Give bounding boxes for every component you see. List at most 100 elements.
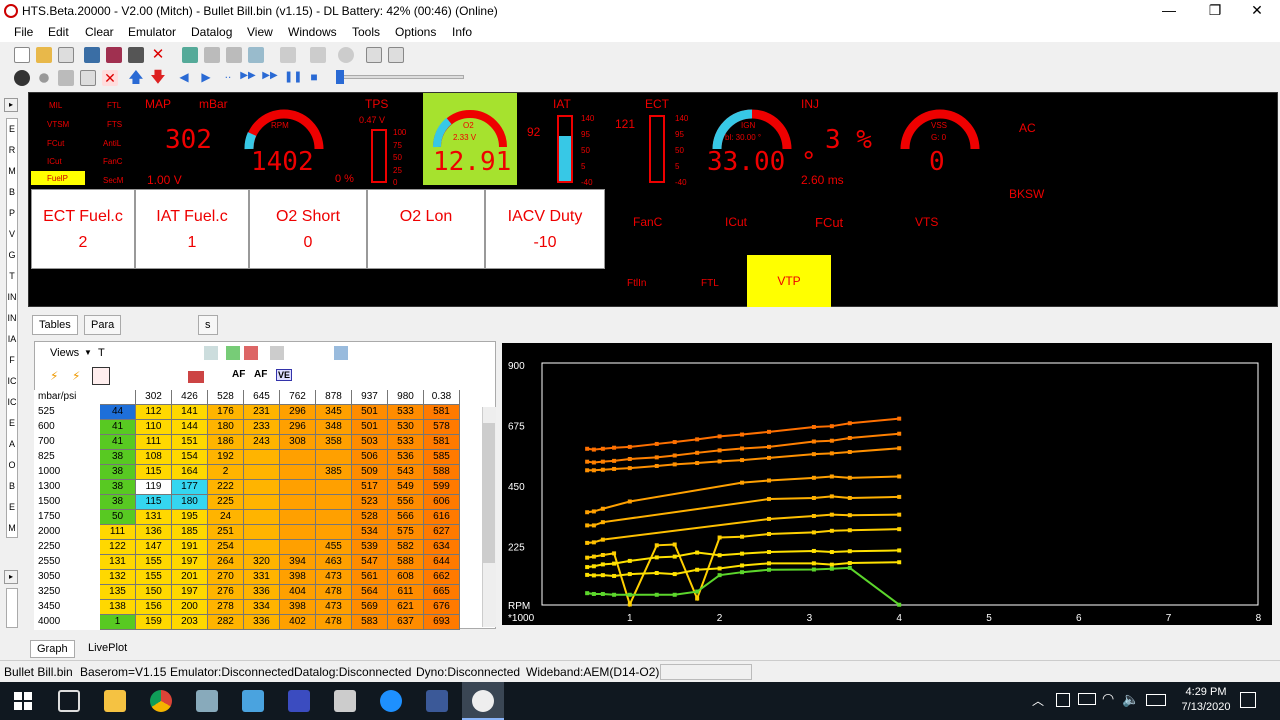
log-file-icon[interactable] — [80, 70, 96, 86]
grid-cell[interactable]: 38 — [100, 465, 136, 480]
volume-icon[interactable]: 🔈 — [1122, 691, 1139, 708]
facebook-icon[interactable] — [426, 690, 448, 712]
connect-icon[interactable] — [14, 70, 30, 86]
grid-cell[interactable] — [244, 465, 280, 480]
grid-cell[interactable] — [244, 480, 280, 495]
grid-cell[interactable]: 463 — [316, 555, 352, 570]
grid-cell[interactable]: 136 — [136, 525, 172, 540]
grid-cell[interactable]: 662 — [424, 570, 460, 585]
upload2-icon[interactable] — [226, 47, 242, 63]
grid-cell[interactable]: 539 — [352, 540, 388, 555]
task-view-icon[interactable] — [58, 690, 80, 712]
grid-cell[interactable]: 41 — [100, 435, 136, 450]
left-strip-list[interactable]: E R M B P V G T IN IN IA F IC IC E A O B… — [6, 118, 18, 538]
af-diff-icon[interactable]: AF — [254, 369, 267, 380]
grid-cell[interactable]: 543 — [388, 465, 424, 480]
grid-cell[interactable]: 50 — [100, 510, 136, 525]
tab-graph[interactable]: Graph — [30, 640, 75, 658]
menu-emulator[interactable]: Emulator — [128, 25, 176, 39]
grid-cell[interactable]: 503 — [352, 435, 388, 450]
grid-cell[interactable]: 203 — [172, 615, 208, 630]
grid-cell[interactable] — [280, 480, 316, 495]
grid-cell[interactable]: 473 — [316, 600, 352, 615]
grid-cell[interactable]: 517 — [352, 480, 388, 495]
grid-cell[interactable]: 2 — [208, 465, 244, 480]
grid-cell[interactable]: 44 — [100, 405, 136, 420]
remove-row-icon[interactable] — [244, 346, 258, 360]
skip-end-icon[interactable]: ▶▶ — [262, 70, 278, 86]
grid-cell[interactable]: 358 — [316, 435, 352, 450]
grid-cell[interactable] — [316, 450, 352, 465]
grid-cell[interactable]: 197 — [172, 555, 208, 570]
tab-other[interactable]: s — [198, 315, 218, 335]
tray-chevron-icon[interactable]: ︿ — [1032, 692, 1044, 709]
table-tool-icon-2[interactable] — [270, 346, 284, 360]
grid-cell[interactable]: 616 — [424, 510, 460, 525]
save-as-icon[interactable] — [106, 47, 122, 63]
grid-cell[interactable]: 38 — [100, 480, 136, 495]
menu-clear[interactable]: Clear — [85, 25, 114, 39]
grid-cell[interactable]: 523 — [352, 495, 388, 510]
menu-edit[interactable]: Edit — [48, 25, 69, 39]
grid-cell[interactable]: 566 — [388, 510, 424, 525]
menu-view[interactable]: View — [247, 25, 273, 39]
grid-cell[interactable]: 159 — [136, 615, 172, 630]
grid-cell[interactable]: 404 — [280, 585, 316, 600]
grid-cell[interactable]: 251 — [208, 525, 244, 540]
battery-icon[interactable] — [1078, 693, 1096, 705]
grid-cell[interactable]: 233 — [244, 420, 280, 435]
pencil-icon[interactable] — [92, 367, 110, 385]
grid-cell[interactable]: 582 — [388, 540, 424, 555]
grid-cell[interactable]: 621 — [388, 600, 424, 615]
step-back-icon[interactable]: ◀ — [176, 70, 192, 86]
grid-cell[interactable]: 147 — [136, 540, 172, 555]
grid-cell[interactable]: 1 — [100, 615, 136, 630]
grid-cell[interactable]: 530 — [388, 420, 424, 435]
grid-cell[interactable]: 536 — [388, 450, 424, 465]
grid-cell[interactable]: 608 — [388, 570, 424, 585]
grid-cell[interactable]: 108 — [136, 450, 172, 465]
redo-icon[interactable] — [310, 47, 326, 63]
menu-windows[interactable]: Windows — [288, 25, 337, 39]
grid-cell[interactable]: 345 — [316, 405, 352, 420]
grid-cell[interactable]: 180 — [172, 495, 208, 510]
grid-cell[interactable]: 111 — [136, 435, 172, 450]
grid-cell[interactable]: 276 — [208, 585, 244, 600]
grid-cell[interactable]: 336 — [244, 615, 280, 630]
menu-datalog[interactable]: Datalog — [191, 25, 232, 39]
start-icon[interactable] — [14, 692, 32, 710]
grid-cell[interactable]: 154 — [172, 450, 208, 465]
grid-cell[interactable]: 192 — [208, 450, 244, 465]
grid-cell[interactable]: 534 — [352, 525, 388, 540]
grid-cell[interactable]: 455 — [316, 540, 352, 555]
grid-cell[interactable]: 308 — [280, 435, 316, 450]
table-tool-icon-3[interactable] — [334, 346, 348, 360]
grid-cell[interactable]: 569 — [352, 600, 388, 615]
grid-cell[interactable]: 225 — [208, 495, 244, 510]
grid-cell[interactable]: 243 — [244, 435, 280, 450]
grid-cell[interactable]: 24 — [208, 510, 244, 525]
grid-cell[interactable]: 348 — [316, 420, 352, 435]
keyboard-icon[interactable] — [1146, 694, 1166, 706]
grid-cell[interactable]: 138 — [100, 600, 136, 615]
grid-cell[interactable]: 278 — [208, 600, 244, 615]
grid-cell[interactable]: 676 — [424, 600, 460, 615]
play-icon[interactable]: ▶ — [198, 70, 214, 86]
verify-icon[interactable] — [248, 47, 264, 63]
copy-icon[interactable] — [366, 47, 382, 63]
close-button[interactable]: ✕ — [1234, 0, 1280, 22]
grid-cell[interactable]: 547 — [352, 555, 388, 570]
grid-cell[interactable] — [280, 525, 316, 540]
grid-cell[interactable]: 585 — [424, 450, 460, 465]
grid-cell[interactable]: 501 — [352, 405, 388, 420]
grid-cell[interactable]: 599 — [424, 480, 460, 495]
arrow-down-icon[interactable]: 🡇 — [150, 70, 166, 86]
grid-cell[interactable]: 637 — [388, 615, 424, 630]
grid-cell[interactable]: 402 — [280, 615, 316, 630]
grid-cell[interactable]: 385 — [316, 465, 352, 480]
grid-cell[interactable]: 186 — [208, 435, 244, 450]
lightning-1-icon[interactable]: ⚡ — [50, 369, 64, 383]
grid-cell[interactable]: 155 — [136, 555, 172, 570]
grid-cell[interactable]: 131 — [100, 555, 136, 570]
grid-cell[interactable]: 533 — [388, 435, 424, 450]
